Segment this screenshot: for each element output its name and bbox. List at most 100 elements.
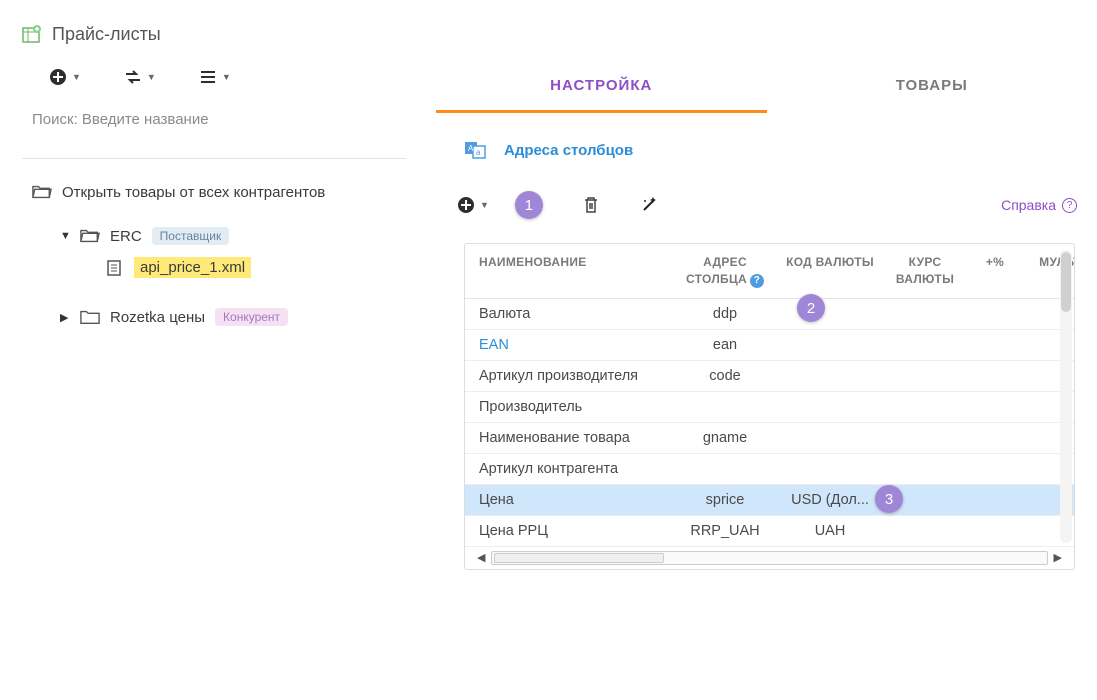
horizontal-scrollbar[interactable]: ◀ ▶	[465, 547, 1074, 569]
open-all-label: Открыть товары от всех контрагентов	[62, 184, 325, 201]
page-title: Прайс-листы	[52, 24, 161, 45]
file-icon	[104, 259, 124, 277]
search-input[interactable]: Поиск: Введите название	[22, 105, 406, 146]
table-row[interactable]: Цена РРЦRRP_UAHUAH	[465, 515, 1075, 546]
help-icon: ?	[1062, 198, 1077, 213]
table-cell[interactable]	[675, 391, 775, 422]
th-pct[interactable]: +%	[965, 244, 1025, 298]
menu-button[interactable]: ▼	[198, 67, 231, 87]
open-all-link[interactable]: Открыть товары от всех контрагентов	[32, 177, 406, 207]
help-icon[interactable]: ?	[750, 274, 764, 288]
table-cell[interactable]	[775, 360, 885, 391]
table-cell[interactable]	[675, 453, 775, 484]
caret-down-icon: ▼	[480, 200, 489, 210]
table-cell[interactable]: code	[675, 360, 775, 391]
divider	[22, 158, 406, 159]
sidebar: ▼ ▼ ▼ Поиск: Введите название	[0, 57, 420, 700]
add-column-button[interactable]: ▼	[456, 195, 489, 215]
table-cell[interactable]	[885, 329, 965, 360]
svg-text:A: A	[468, 144, 474, 153]
table-row[interactable]: Артикул контрагента	[465, 453, 1075, 484]
main-panel: НАСТРОЙКА ТОВАРЫ Aа Адреса столбцов ▼ 1	[420, 57, 1097, 700]
table-cell[interactable]: gname	[675, 422, 775, 453]
add-button[interactable]: ▼	[48, 67, 81, 87]
table-row[interactable]: ЦенаspriceUSD (Дол...	[465, 484, 1075, 515]
table-cell[interactable]	[885, 515, 965, 546]
table-cell[interactable]: Наименование товара	[465, 422, 675, 453]
table-cell[interactable]: Цена РРЦ	[465, 515, 675, 546]
table-cell[interactable]: Валюта	[465, 298, 675, 329]
annotation-3: 3	[875, 485, 903, 513]
columns-table: 2 3 НАИМЕНОВАНИЕ АДРЕС СТОЛБЦА? КОД ВАЛЮ…	[464, 243, 1075, 570]
table-cell[interactable]: sprice	[675, 484, 775, 515]
table-cell[interactable]	[885, 422, 965, 453]
help-link[interactable]: Справка ?	[1001, 197, 1077, 213]
table-cell[interactable]	[885, 391, 965, 422]
table-cell[interactable]	[775, 329, 885, 360]
table-cell[interactable]	[965, 360, 1025, 391]
sync-button[interactable]: ▼	[123, 67, 156, 87]
folder-open-icon	[32, 183, 52, 201]
table-cell[interactable]: ean	[675, 329, 775, 360]
table-cell[interactable]	[885, 360, 965, 391]
table-cell[interactable]: Производитель	[465, 391, 675, 422]
panel-header: Aа Адреса столбцов	[436, 113, 1097, 181]
competitor-tag: Конкурент	[215, 308, 288, 326]
table-cell[interactable]	[775, 422, 885, 453]
tree-node-rozetka[interactable]: ▶ Rozetka цены Конкурент	[32, 302, 406, 332]
vertical-scrollbar[interactable]	[1060, 250, 1072, 543]
table-cell[interactable]: ddp	[675, 298, 775, 329]
table-cell[interactable]	[965, 298, 1025, 329]
file-name: api_price_1.xml	[134, 257, 251, 278]
caret-down-icon: ▼	[147, 72, 156, 82]
pricelist-icon	[22, 25, 42, 45]
th-currency-rate[interactable]: КУРС ВАЛЮТЫ	[885, 244, 965, 298]
table-cell[interactable]: UAH	[775, 515, 885, 546]
table-cell[interactable]	[775, 453, 885, 484]
table-cell[interactable]	[965, 453, 1025, 484]
th-addr[interactable]: АДРЕС СТОЛБЦА?	[675, 244, 775, 298]
scroll-left-icon[interactable]: ◀	[471, 551, 491, 564]
table-row[interactable]: Производитель	[465, 391, 1075, 422]
chevron-down-icon[interactable]: ▼	[60, 230, 70, 242]
tab-settings[interactable]: НАСТРОЙКА	[436, 57, 767, 113]
table-row[interactable]: Наименование товараgname	[465, 422, 1075, 453]
annotation-1: 1	[515, 191, 543, 219]
table-cell[interactable]	[775, 298, 885, 329]
table-cell[interactable]: EAN	[465, 329, 675, 360]
table-cell[interactable]	[965, 422, 1025, 453]
table-cell[interactable]: Артикул контрагента	[465, 453, 675, 484]
table-cell[interactable]	[965, 391, 1025, 422]
table-cell[interactable]: RRP_UAH	[675, 515, 775, 546]
delete-button[interactable]	[581, 195, 601, 215]
tree-node-erc[interactable]: ▼ ERC Поставщик	[32, 221, 406, 251]
table-cell[interactable]: USD (Дол...	[775, 484, 885, 515]
panel-title[interactable]: Адреса столбцов	[504, 142, 633, 159]
folder-icon	[80, 308, 100, 326]
table-cell[interactable]: Цена	[465, 484, 675, 515]
table-cell[interactable]	[965, 484, 1025, 515]
table-cell[interactable]	[965, 329, 1025, 360]
table-cell[interactable]	[775, 391, 885, 422]
table-row[interactable]: EANean	[465, 329, 1075, 360]
magic-wand-button[interactable]	[639, 195, 659, 215]
tree: Открыть товары от всех контрагентов ▼ ER…	[22, 177, 406, 332]
table-row[interactable]: Артикул производителяcode	[465, 360, 1075, 391]
tab-products[interactable]: ТОВАРЫ	[767, 57, 1097, 113]
th-name[interactable]: НАИМЕНОВАНИЕ	[465, 244, 675, 298]
caret-down-icon: ▼	[222, 72, 231, 82]
table-cell[interactable]	[965, 515, 1025, 546]
tree-file-item[interactable]: api_price_1.xml	[32, 251, 406, 284]
scroll-right-icon[interactable]: ▶	[1048, 551, 1068, 564]
table-row[interactable]: Валютаddp	[465, 298, 1075, 329]
chevron-right-icon[interactable]: ▶	[60, 311, 70, 324]
translate-icon: Aа	[464, 139, 486, 161]
table-cell[interactable]: Артикул производителя	[465, 360, 675, 391]
folder-open-icon	[80, 227, 100, 245]
tree-node-label: ERC	[110, 228, 142, 245]
th-currency-code[interactable]: КОД ВАЛЮТЫ	[775, 244, 885, 298]
table-cell[interactable]	[885, 453, 965, 484]
sidebar-toolbar: ▼ ▼ ▼	[22, 57, 406, 105]
table-cell[interactable]	[885, 298, 965, 329]
annotation-2: 2	[797, 294, 825, 322]
